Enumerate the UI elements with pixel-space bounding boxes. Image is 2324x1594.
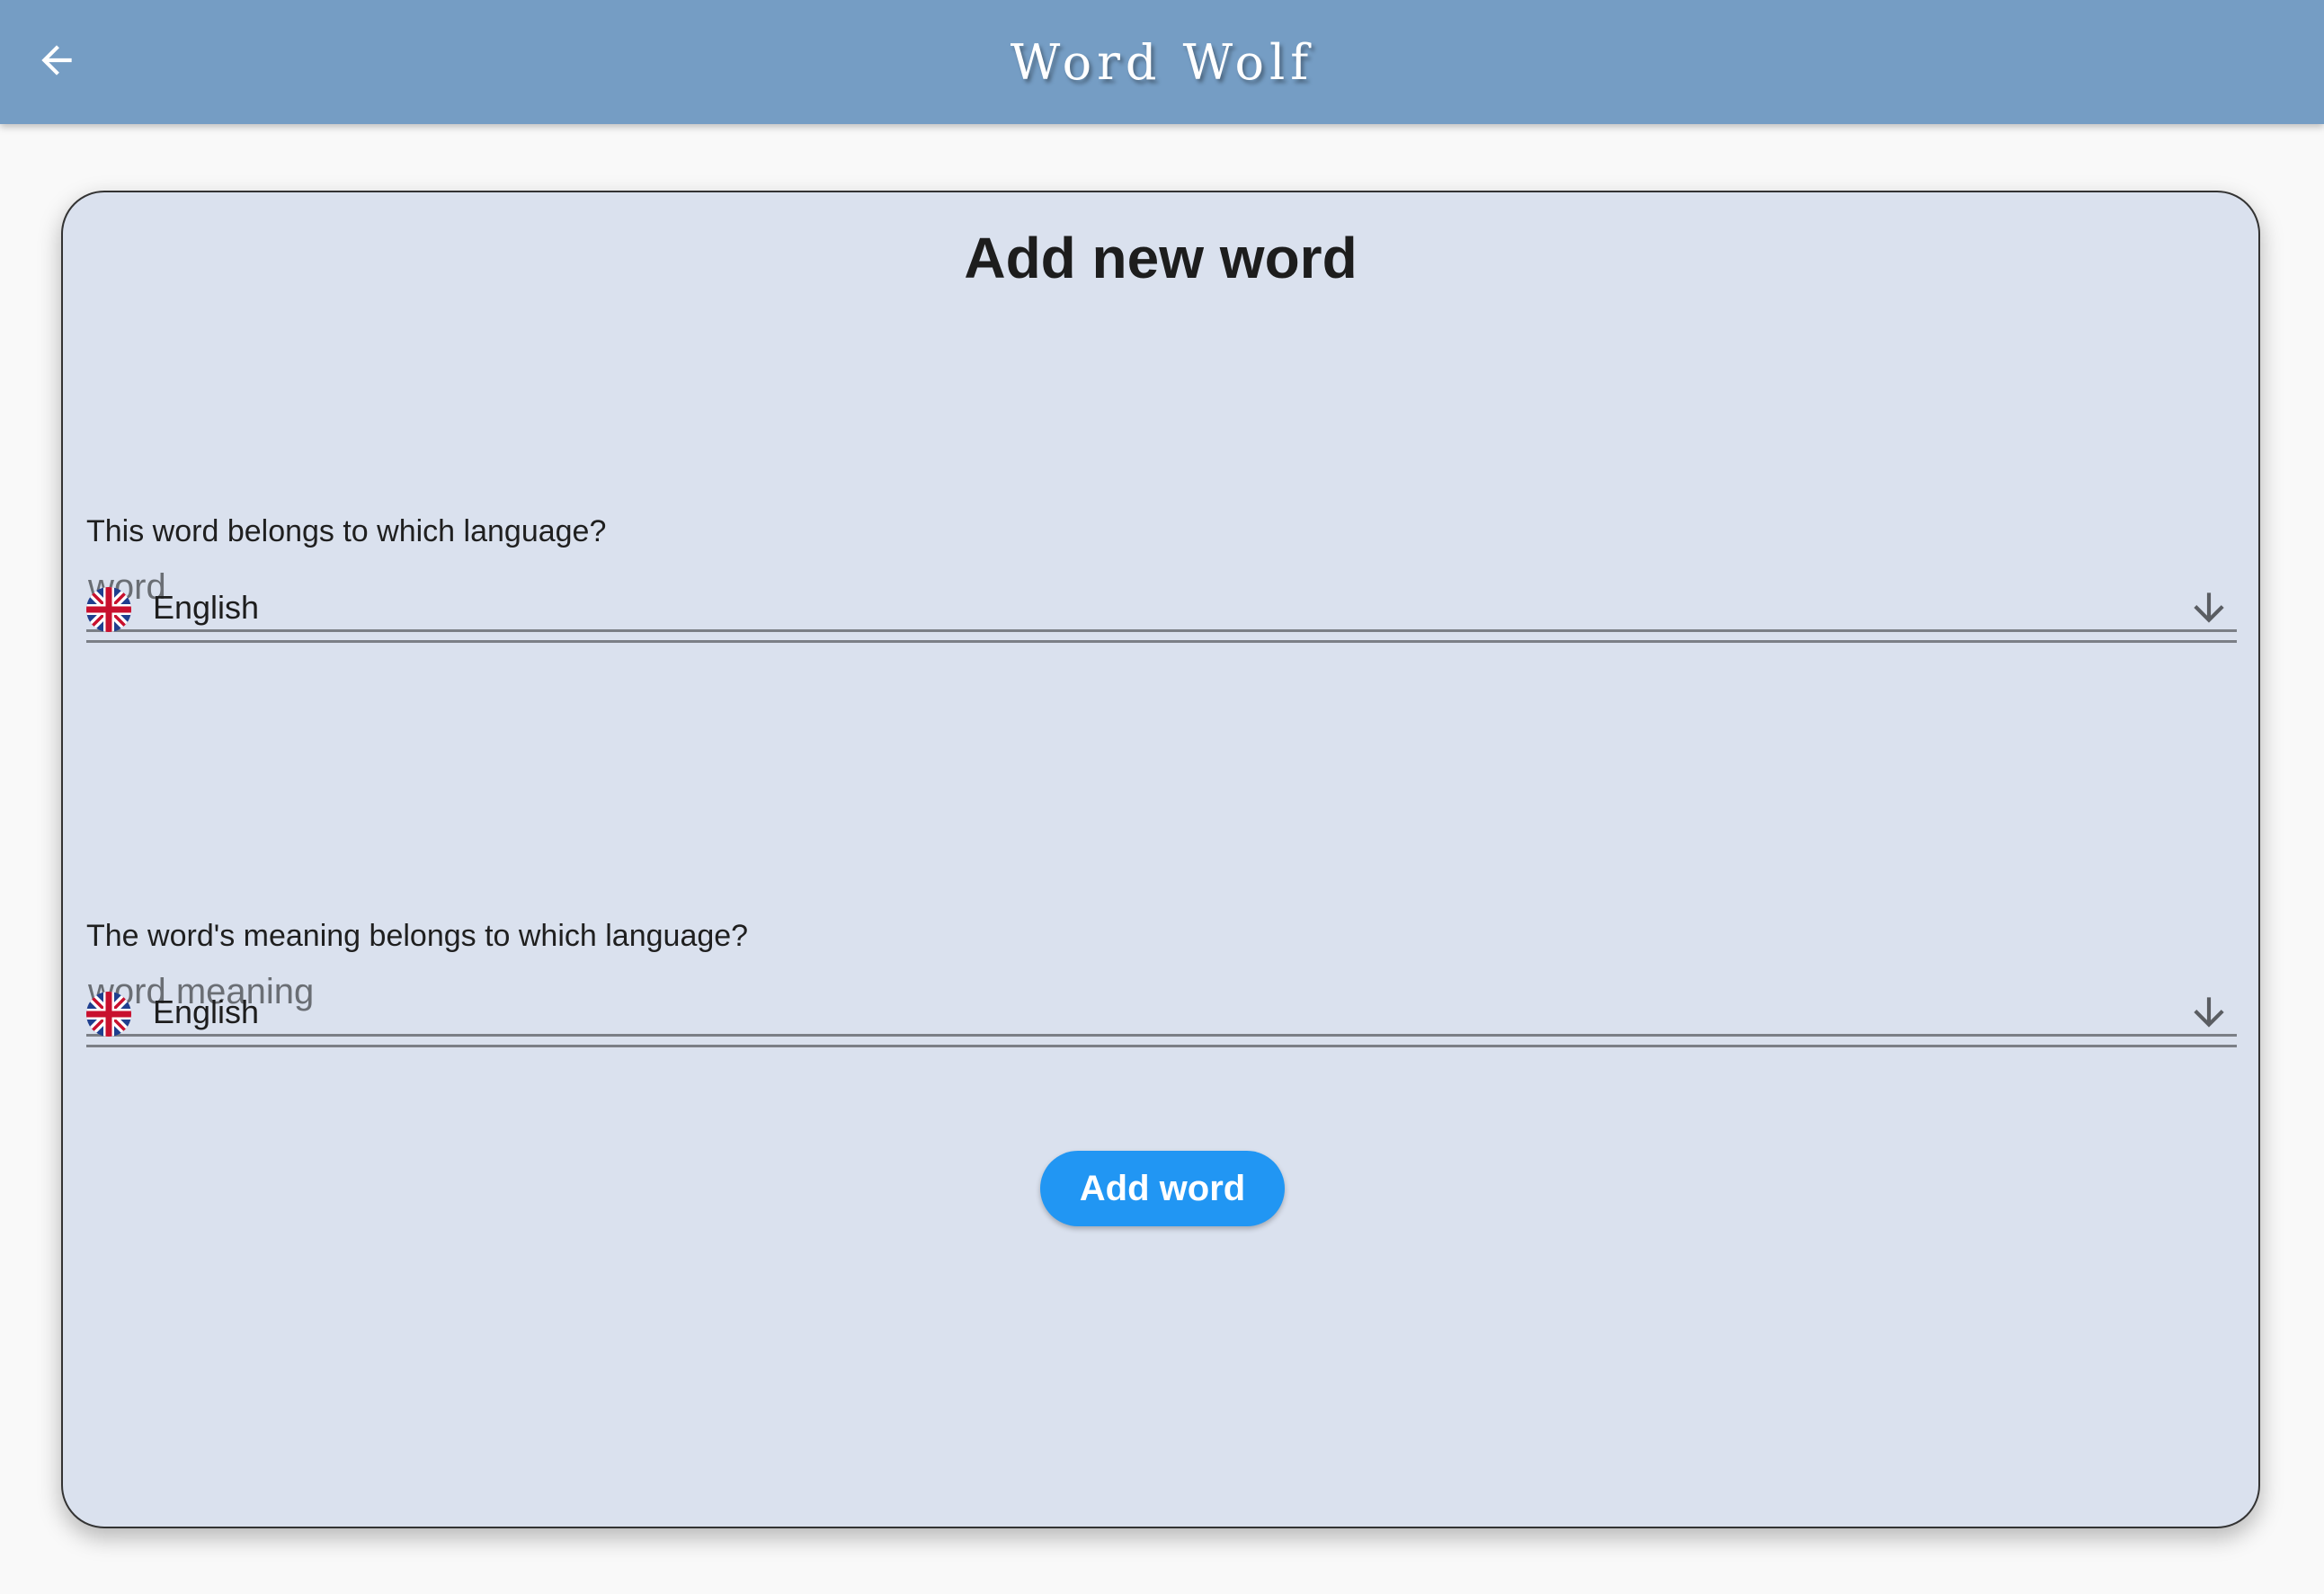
uk-flag-icon — [86, 992, 131, 1037]
word-language-label: This word belongs to which language? — [86, 514, 607, 548]
page-title: Add new word — [964, 226, 1358, 290]
arrow-down-icon — [2194, 592, 2224, 623]
meaning-language-value: English — [153, 993, 260, 1030]
word-language-dropdown[interactable]: English — [86, 580, 2237, 643]
meaning-language-dropdown[interactable]: English — [86, 984, 2237, 1047]
meaning-language-label: The word's meaning belongs to which lang… — [86, 919, 749, 953]
app-bar: Word Wolf — [0, 0, 2324, 124]
arrow-down-icon — [2194, 997, 2224, 1028]
uk-flag-icon — [86, 587, 131, 632]
add-word-card: Add new word This word belongs to which … — [61, 191, 2260, 1528]
add-word-button[interactable]: Add word — [1040, 1151, 1285, 1226]
app-title: Word Wolf — [1010, 33, 1314, 91]
word-language-value: English — [153, 589, 260, 626]
